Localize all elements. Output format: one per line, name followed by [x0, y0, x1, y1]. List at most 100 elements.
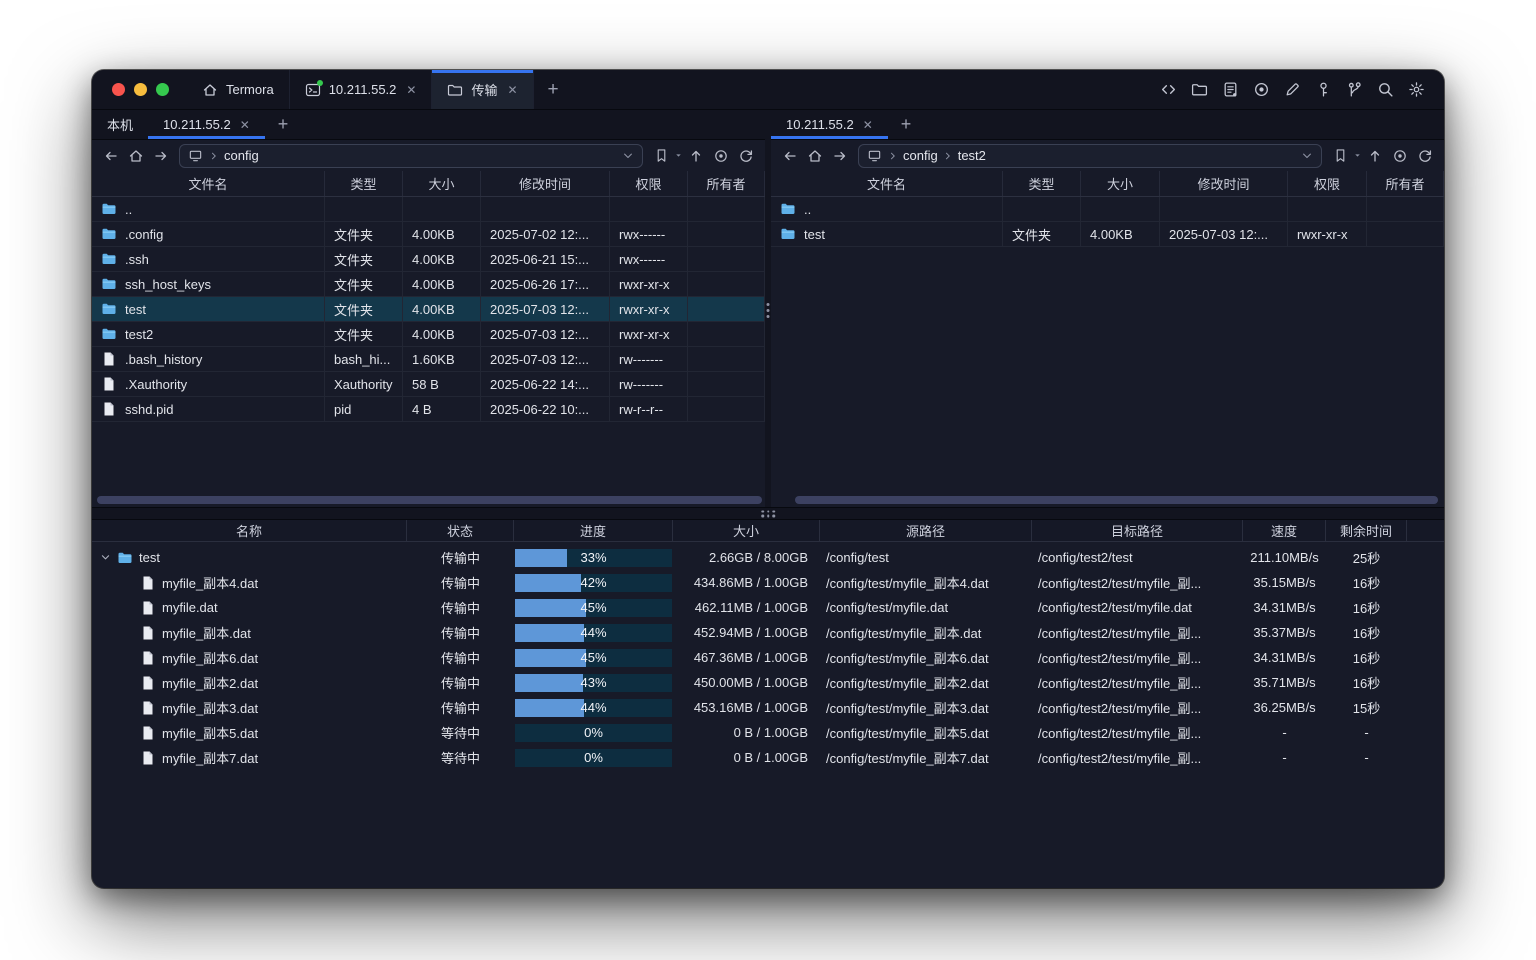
go-up-icon[interactable] — [1363, 144, 1387, 168]
edit-icon[interactable] — [1280, 78, 1304, 102]
refresh-icon[interactable] — [1413, 144, 1437, 168]
breadcrumb-segment[interactable]: config — [888, 148, 938, 163]
keychain-icon[interactable] — [1342, 78, 1366, 102]
transfer-speed: - — [1243, 725, 1326, 740]
column-header[interactable]: 所有者 — [1367, 171, 1444, 196]
file-row[interactable]: test 文件夹 4.00KB 2025-07-03 12:... rwxr-x… — [771, 222, 1444, 247]
settings-gear-icon[interactable] — [1404, 78, 1428, 102]
refresh-icon[interactable] — [734, 144, 758, 168]
home-icon[interactable] — [124, 144, 148, 168]
column-header[interactable]: 权限 — [610, 171, 688, 196]
breadcrumb-segment[interactable]: config — [209, 148, 259, 163]
file-row[interactable]: .ssh 文件夹 4.00KB 2025-06-21 15:... rwx---… — [92, 247, 765, 272]
file-row[interactable]: sshd.pid pid 4 B 2025-06-22 10:... rw-r-… — [92, 397, 765, 422]
column-header[interactable]: 所有者 — [688, 171, 765, 196]
panel-tab[interactable]: 10.211.55.2 ✕ — [148, 110, 265, 139]
file-name: .ssh — [125, 252, 149, 267]
horizontal-scrollbar[interactable] — [795, 496, 1438, 504]
column-header[interactable]: 大小 — [1081, 171, 1160, 196]
show-hidden-eye-icon[interactable] — [1388, 144, 1412, 168]
horizontal-scrollbar[interactable] — [97, 496, 762, 504]
column-header[interactable]: 权限 — [1288, 171, 1367, 196]
forward-icon[interactable] — [828, 144, 852, 168]
transfer-row[interactable]: myfile_副本3.dat 传输中 44% 453.16MB / 1.00GB… — [92, 695, 1444, 720]
transfer-splitter[interactable] — [92, 507, 1444, 520]
column-header[interactable]: 剩余时间 — [1326, 520, 1407, 541]
new-panel-tab-button[interactable]: + — [265, 110, 302, 139]
transfer-row[interactable]: myfile_副本5.dat 等待中 0% 0 B / 1.00GB /conf… — [92, 720, 1444, 745]
chevron-down-icon[interactable] — [622, 150, 634, 162]
panel-tab[interactable]: 本机 — [92, 110, 148, 139]
column-header[interactable]: 类型 — [1003, 171, 1081, 196]
go-up-icon[interactable] — [684, 144, 708, 168]
show-hidden-eye-icon[interactable] — [709, 144, 733, 168]
column-header[interactable]: 类型 — [325, 171, 403, 196]
back-icon[interactable] — [778, 144, 802, 168]
transfer-row[interactable]: myfile_副本2.dat 传输中 43% 450.00MB / 1.00GB… — [92, 670, 1444, 695]
key-icon[interactable] — [1311, 78, 1335, 102]
column-header[interactable]: 源路径 — [820, 520, 1032, 541]
column-header[interactable]: 进度 — [514, 520, 673, 541]
file-row[interactable]: .config 文件夹 4.00KB 2025-07-02 12:... rwx… — [92, 222, 765, 247]
bookmark-button[interactable] — [1328, 144, 1362, 168]
file-row[interactable]: test 文件夹 4.00KB 2025-07-03 12:... rwxr-x… — [92, 297, 765, 322]
column-header[interactable]: 名称 — [92, 520, 407, 541]
column-header[interactable]: 大小 — [403, 171, 481, 196]
close-tab-icon[interactable]: ✕ — [406, 83, 416, 97]
main-tab[interactable]: 传输 ✕ — [432, 70, 533, 109]
transfer-size: 453.16MB / 1.00GB — [673, 700, 820, 715]
file-row[interactable]: test2 文件夹 4.00KB 2025-07-03 12:... rwxr-… — [92, 322, 765, 347]
column-header[interactable]: 修改时间 — [481, 171, 610, 196]
breadcrumb-segment[interactable]: test2 — [943, 148, 986, 163]
new-main-tab-button[interactable]: + — [534, 70, 573, 109]
close-tab-icon[interactable]: ✕ — [863, 118, 873, 132]
transfer-speed: 34.31MB/s — [1243, 600, 1326, 615]
file-row[interactable]: .Xauthority Xauthority 58 B 2025-06-22 1… — [92, 372, 765, 397]
close-tab-icon[interactable]: ✕ — [240, 118, 250, 132]
column-header[interactable]: 速度 — [1243, 520, 1326, 541]
main-tab[interactable]: 10.211.55.2 ✕ — [290, 70, 433, 109]
home-icon[interactable] — [803, 144, 827, 168]
transfer-row[interactable]: myfile_副本7.dat 等待中 0% 0 B / 1.00GB /conf… — [92, 745, 1444, 770]
file-row[interactable]: .. — [771, 197, 1444, 222]
column-header[interactable]: 状态 — [407, 520, 514, 541]
column-header[interactable]: 目标路径 — [1032, 520, 1243, 541]
record-icon[interactable] — [1249, 78, 1273, 102]
file-row[interactable]: ssh_host_keys 文件夹 4.00KB 2025-06-26 17:.… — [92, 272, 765, 297]
event-log-icon[interactable] — [1218, 78, 1242, 102]
folder-icon[interactable] — [1187, 78, 1211, 102]
path-breadcrumb-field[interactable]: config — [179, 144, 643, 168]
column-header[interactable]: 修改时间 — [1160, 171, 1288, 196]
transfer-row[interactable]: myfile_副本6.dat 传输中 45% 467.36MB / 1.00GB… — [92, 645, 1444, 670]
back-icon[interactable] — [99, 144, 123, 168]
code-icon[interactable] — [1156, 78, 1180, 102]
search-icon[interactable] — [1373, 78, 1397, 102]
transfer-row[interactable]: myfile_副本4.dat 传输中 42% 434.86MB / 1.00GB… — [92, 570, 1444, 595]
close-window-button[interactable] — [112, 83, 125, 96]
progress-bar: 0% — [515, 724, 672, 742]
panel-tab[interactable]: 10.211.55.2 ✕ — [771, 110, 888, 139]
zoom-window-button[interactable] — [156, 83, 169, 96]
close-tab-icon[interactable]: ✕ — [507, 83, 517, 97]
file-row[interactable]: .. — [92, 197, 765, 222]
new-panel-tab-button[interactable]: + — [888, 110, 925, 139]
column-header[interactable]: 文件名 — [771, 171, 1003, 196]
transfer-status: 传输中 — [407, 623, 514, 642]
target-path: /config/test2/test/myfile_副... — [1032, 698, 1243, 717]
expand-chevron-icon[interactable] — [100, 552, 111, 563]
bookmark-button[interactable] — [649, 144, 683, 168]
transfer-row[interactable]: test 传输中 33% 2.66GB / 8.00GB /config/tes… — [92, 545, 1444, 570]
minimize-window-button[interactable] — [134, 83, 147, 96]
column-header[interactable]: 文件名 — [92, 171, 325, 196]
path-breadcrumb-field[interactable]: config test2 — [858, 144, 1322, 168]
transfer-row[interactable]: myfile_副本.dat 传输中 44% 452.94MB / 1.00GB … — [92, 620, 1444, 645]
chevron-down-icon[interactable] — [1301, 150, 1313, 162]
folder-icon — [101, 201, 117, 217]
forward-icon[interactable] — [149, 144, 173, 168]
file-name: sshd.pid — [125, 402, 173, 417]
transfer-name: myfile_副本2.dat — [162, 673, 258, 692]
transfer-row[interactable]: myfile.dat 传输中 45% 462.11MB / 1.00GB /co… — [92, 595, 1444, 620]
file-row[interactable]: .bash_history bash_hi... 1.60KB 2025-07-… — [92, 347, 765, 372]
main-tab[interactable]: Termora — [187, 70, 290, 109]
column-header[interactable]: 大小 — [673, 520, 820, 541]
